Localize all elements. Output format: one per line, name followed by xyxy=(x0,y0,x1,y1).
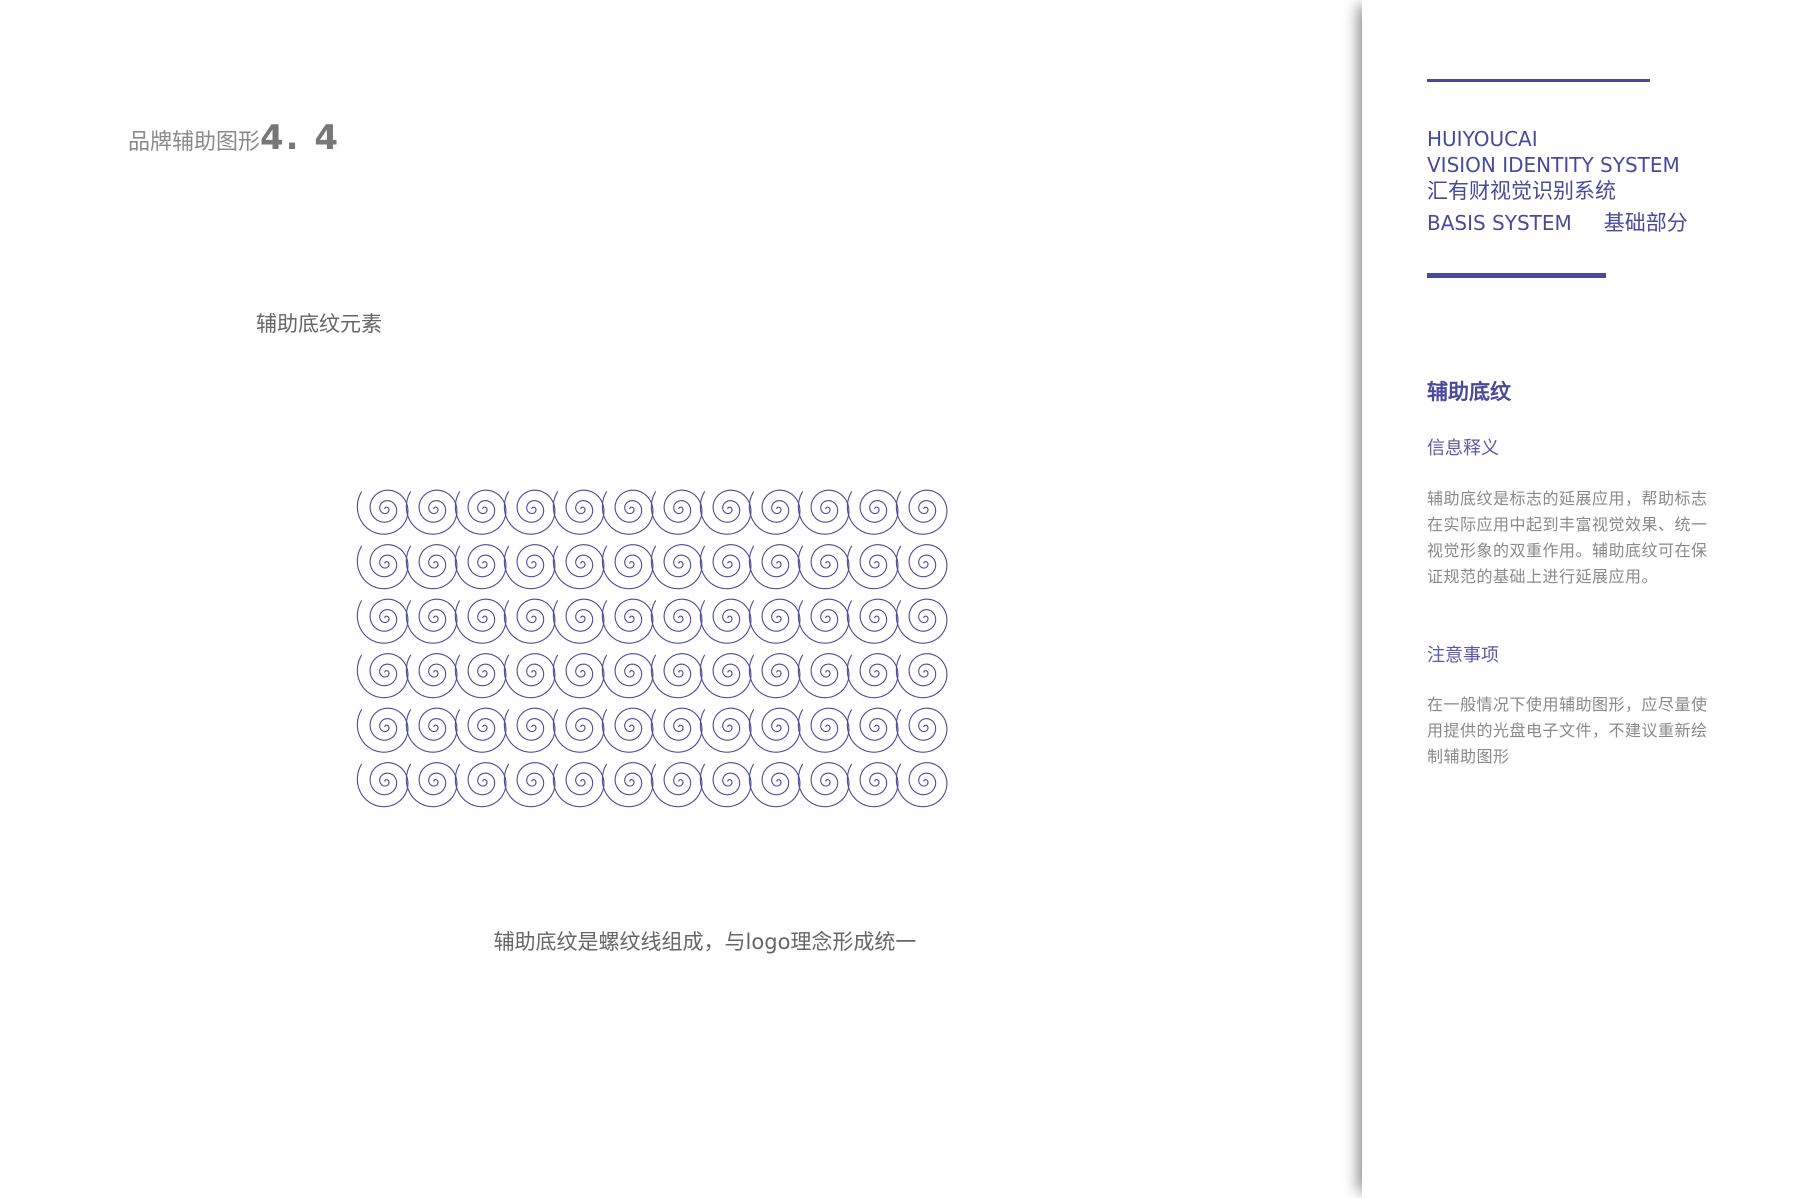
system-name-cn: 汇有财视觉识别系统 xyxy=(1427,179,1616,203)
spiral-motif xyxy=(650,762,703,808)
spiral-motif xyxy=(356,707,409,753)
spiral-motif xyxy=(895,653,948,699)
basis-system-en: BASIS SYSTEM xyxy=(1427,211,1572,235)
spiral-motif xyxy=(797,544,850,590)
spiral-motif xyxy=(552,489,605,535)
spiral-motif xyxy=(601,653,654,699)
spiral-motif xyxy=(650,653,703,699)
spiral-motif xyxy=(503,598,556,644)
spiral-motif xyxy=(748,653,801,699)
info-text: 辅助底纹是标志的延展应用，帮助标志在实际应用中起到丰富视觉效果、统一视觉形象的双… xyxy=(1427,489,1708,586)
system-name-en: VISION IDENTITY SYSTEM xyxy=(1427,153,1680,177)
bottom-divider xyxy=(1427,273,1606,278)
spiral-motif xyxy=(503,707,556,753)
spiral-motif xyxy=(552,544,605,590)
spiral-motif xyxy=(601,489,654,535)
spiral-motif xyxy=(748,489,801,535)
spiral-motif xyxy=(699,598,752,644)
spiral-motif xyxy=(405,598,458,644)
side-heading: 辅助底纹 xyxy=(1427,380,1511,404)
spiral-motif xyxy=(454,707,507,753)
spiral-motif xyxy=(454,762,507,808)
page-title-text: 品牌辅助图形 xyxy=(128,130,261,155)
pattern-caption: 辅助底纹是螺纹线组成，与logo理念形成统一 xyxy=(493,930,917,954)
spiral-motif xyxy=(356,544,409,590)
spiral-motif xyxy=(405,489,458,535)
spiral-motif xyxy=(405,762,458,808)
spiral-motif xyxy=(356,489,409,535)
basis-system-cn: 基础部分 xyxy=(1603,211,1688,235)
spiral-motif xyxy=(405,707,458,753)
spiral-motif xyxy=(699,762,752,808)
section-subtitle: 辅助底纹元素 xyxy=(256,312,382,336)
spiral-motif xyxy=(797,707,850,753)
spiral-pattern-graphic xyxy=(356,489,948,808)
spiral-motif xyxy=(503,762,556,808)
spiral-motif xyxy=(748,544,801,590)
spiral-motif xyxy=(454,489,507,535)
spiral-motif xyxy=(699,707,752,753)
spiral-motif xyxy=(895,544,948,590)
spiral-motif xyxy=(650,489,703,535)
spiral-motif xyxy=(748,707,801,753)
spiral-motif xyxy=(699,653,752,699)
basis-row: BASIS SYSTEM 基础部分 xyxy=(1427,210,1688,236)
spiral-motif xyxy=(699,489,752,535)
page-title-number: 4. 4 xyxy=(260,118,341,158)
spiral-motif xyxy=(601,762,654,808)
spiral-motif xyxy=(356,598,409,644)
spiral-motif xyxy=(846,489,899,535)
spiral-motif xyxy=(895,489,948,535)
spiral-motif xyxy=(454,544,507,590)
spiral-motif xyxy=(454,653,507,699)
note-text: 在一般情况下使用辅助图形，应尽量使用提供的光盘电子文件，不建议重新绘制辅助图形 xyxy=(1427,695,1708,766)
spiral-motif xyxy=(846,653,899,699)
spiral-motif xyxy=(503,544,556,590)
spiral-pattern xyxy=(356,484,954,824)
brand-block: HUIYOUCAI VISION IDENTITY SYSTEM 汇有财视觉识别… xyxy=(1427,126,1688,236)
spiral-motif xyxy=(601,707,654,753)
spiral-motif xyxy=(846,598,899,644)
spiral-motif xyxy=(552,598,605,644)
spiral-motif xyxy=(454,598,507,644)
spiral-motif xyxy=(552,653,605,699)
spiral-motif xyxy=(748,762,801,808)
spiral-motif xyxy=(846,762,899,808)
spiral-motif xyxy=(503,653,556,699)
spiral-motif xyxy=(797,598,850,644)
spiral-motif xyxy=(356,762,409,808)
spiral-motif xyxy=(601,544,654,590)
spiral-motif xyxy=(895,598,948,644)
spiral-motif xyxy=(601,598,654,644)
spiral-motif xyxy=(552,762,605,808)
spiral-motif xyxy=(405,653,458,699)
spiral-motif xyxy=(846,544,899,590)
info-label: 信息释义 xyxy=(1427,438,1499,459)
spiral-motif xyxy=(748,598,801,644)
spiral-motif xyxy=(895,707,948,753)
spiral-motif xyxy=(650,707,703,753)
page-title: 品牌辅助图形4. 4 xyxy=(128,118,340,158)
spiral-motif xyxy=(552,707,605,753)
spiral-motif xyxy=(650,544,703,590)
brand-name-en: HUIYOUCAI xyxy=(1427,127,1538,151)
spiral-motif xyxy=(356,653,409,699)
page: 品牌辅助图形4. 4 辅助底纹元素 辅助底纹是螺纹线组成，与logo理念形成统一… xyxy=(0,0,1816,1198)
spiral-motif xyxy=(797,489,850,535)
spiral-motif xyxy=(895,762,948,808)
spiral-motif xyxy=(405,544,458,590)
note-label: 注意事项 xyxy=(1427,645,1499,666)
spiral-motif xyxy=(797,653,850,699)
top-divider xyxy=(1427,79,1650,82)
spiral-motif xyxy=(797,762,850,808)
spiral-motif xyxy=(650,598,703,644)
spiral-motif xyxy=(699,544,752,590)
spiral-motif xyxy=(503,489,556,535)
spiral-motif xyxy=(846,707,899,753)
main-panel: 品牌辅助图形4. 4 辅助底纹元素 辅助底纹是螺纹线组成，与logo理念形成统一 xyxy=(0,0,1362,1198)
